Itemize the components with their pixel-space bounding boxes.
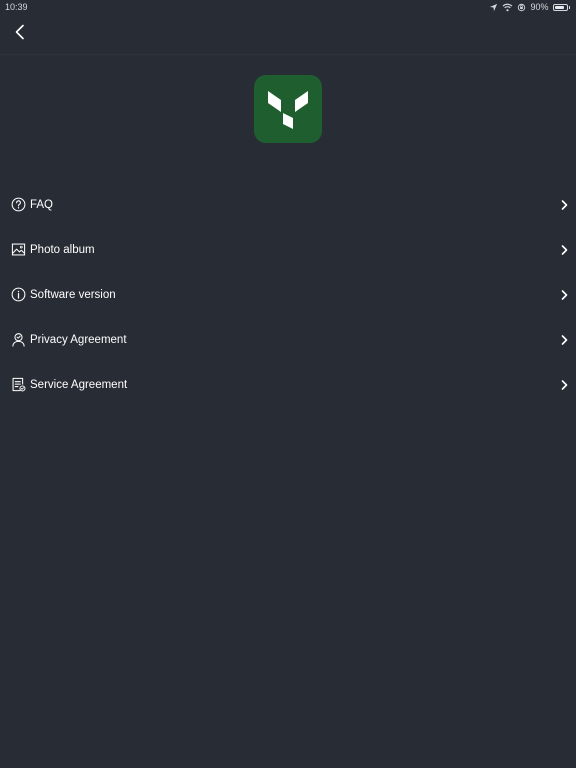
menu-item-label: Privacy Agreement bbox=[30, 333, 127, 346]
status-time: 10:39 bbox=[5, 2, 28, 12]
menu-item-label: Photo album bbox=[30, 243, 95, 256]
battery-fill bbox=[554, 5, 565, 9]
battery-tip bbox=[568, 5, 570, 9]
battery-percent: 90% bbox=[530, 2, 549, 12]
menu-item-label: Service Agreement bbox=[30, 378, 128, 391]
user-shield-icon bbox=[10, 332, 26, 348]
info-circle-icon bbox=[10, 287, 26, 303]
status-bar: 10:39 90% bbox=[0, 0, 576, 14]
battery-icon bbox=[552, 3, 568, 11]
app-logo bbox=[254, 75, 322, 143]
chevron-right-icon bbox=[561, 334, 569, 345]
chevron-right-icon bbox=[561, 379, 569, 390]
menu-item-service-agreement[interactable]: Service Agreement bbox=[0, 362, 576, 407]
app-logo-mark-icon bbox=[268, 91, 308, 129]
location-icon bbox=[489, 3, 498, 12]
chevron-right-icon bbox=[561, 244, 569, 255]
menu-item-faq[interactable]: FAQ bbox=[0, 182, 576, 227]
menu-item-privacy-agreement[interactable]: Privacy Agreement bbox=[0, 317, 576, 362]
chevron-right-icon bbox=[561, 289, 569, 300]
document-check-icon bbox=[10, 377, 26, 393]
navigation-bar bbox=[0, 14, 576, 55]
menu-item-software-version[interactable]: Software version bbox=[0, 272, 576, 317]
chevron-left-icon bbox=[14, 24, 26, 45]
menu-item-label: Software version bbox=[30, 288, 116, 301]
chevron-right-icon bbox=[561, 199, 569, 210]
wifi-icon bbox=[502, 3, 513, 12]
back-button[interactable] bbox=[6, 20, 34, 48]
status-indicators: 90% bbox=[489, 1, 570, 13]
question-circle-icon bbox=[10, 197, 26, 213]
menu-item-label: FAQ bbox=[30, 198, 54, 211]
image-icon bbox=[10, 242, 26, 258]
menu-item-photo-album[interactable]: Photo album bbox=[0, 227, 576, 272]
menu-list: FAQ Photo album Software version Privacy… bbox=[0, 182, 576, 407]
orientation-lock-icon bbox=[517, 3, 526, 12]
